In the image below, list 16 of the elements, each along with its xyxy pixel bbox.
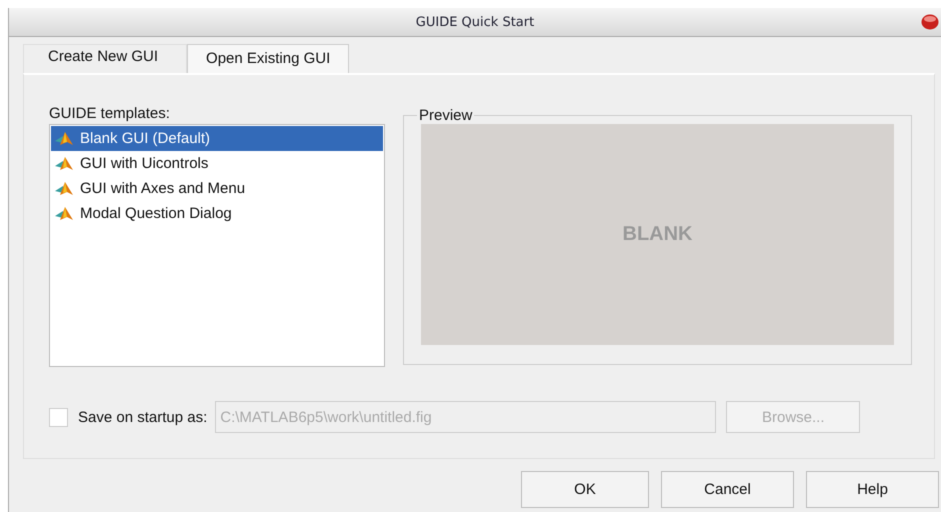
preview-label: Preview — [418, 107, 474, 124]
templates-label: GUIDE templates: — [49, 105, 171, 122]
dialog-button[interactable]: OK — [521, 471, 649, 508]
tab[interactable]: Open Existing GUI — [187, 44, 350, 73]
template-item[interactable]: Modal Question Dialog — [51, 201, 383, 226]
template-item[interactable]: Blank GUI (Default) — [51, 126, 383, 151]
close-icon[interactable] — [921, 14, 939, 30]
template-item[interactable]: GUI with Axes and Menu — [51, 176, 383, 201]
template-item[interactable]: GUI with Uicontrols — [51, 151, 383, 176]
dialog-button[interactable]: Cancel — [661, 471, 794, 508]
window-title: GUIDE Quick Start — [416, 14, 534, 30]
checkbox-label: Save on startup as: — [78, 408, 208, 426]
preview-area: BLANK — [421, 124, 894, 345]
dialog-button[interactable]: Help — [806, 471, 939, 508]
checkbox[interactable] — [49, 408, 68, 426]
tab[interactable]: Create New GUI — [23, 44, 188, 73]
